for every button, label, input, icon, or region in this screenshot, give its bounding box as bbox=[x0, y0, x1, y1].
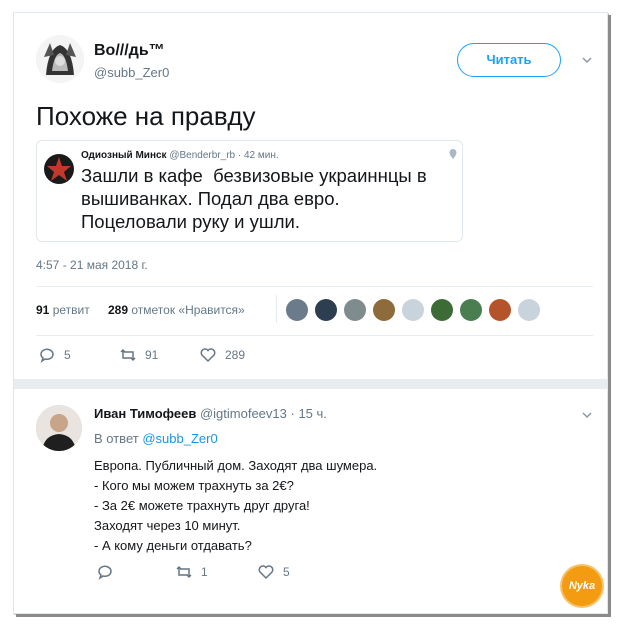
tweet-card: Bo///дь™ @subb_Zer0 Читать Похоже на пра… bbox=[13, 12, 608, 614]
retweet-action[interactable]: 91 bbox=[119, 346, 158, 364]
like-stats[interactable]: 289 отметок «Нравится» bbox=[108, 303, 245, 317]
quoted-tweet[interactable]: Одиозный Минск @Benderbr_rb · 42 мин. За… bbox=[36, 140, 463, 242]
reply-text-line: - За 2€ можете трахнуть друг друга! bbox=[94, 498, 310, 513]
liker-avatar[interactable] bbox=[431, 299, 453, 321]
reply-reply-action[interactable] bbox=[96, 563, 122, 581]
reply-author-handle[interactable]: @igtimofeev13 bbox=[200, 406, 287, 421]
reply-retweet-action[interactable]: 1 bbox=[175, 563, 208, 581]
like-label: отметок «Нравится» bbox=[131, 303, 245, 317]
reply-count: 5 bbox=[64, 348, 71, 362]
like-action[interactable]: 289 bbox=[199, 346, 245, 364]
heart-icon bbox=[258, 565, 274, 580]
watermark-text: Nyka bbox=[568, 580, 596, 592]
author-handle[interactable]: @subb_Zer0 bbox=[94, 65, 169, 80]
reply-text-line: Европа. Публичный дом. Заходят два шумер… bbox=[94, 458, 378, 473]
author-avatar[interactable] bbox=[36, 35, 84, 83]
liker-avatar[interactable] bbox=[402, 299, 424, 321]
retweet-count-action: 91 bbox=[145, 348, 159, 362]
divider bbox=[36, 286, 593, 287]
reply-action[interactable]: 5 bbox=[38, 346, 71, 364]
retweet-icon bbox=[120, 348, 136, 362]
author-name[interactable]: Bo///дь™ bbox=[94, 42, 165, 60]
quoted-text-line: Зашли в кафе безвизовые украиннцы в bbox=[81, 165, 427, 186]
quoted-author-name[interactable]: Одиозный Минск bbox=[81, 150, 167, 161]
chevron-down-icon[interactable] bbox=[582, 55, 592, 65]
person-photo-icon bbox=[36, 405, 82, 451]
reply-author-avatar[interactable] bbox=[36, 405, 82, 451]
reply-icon bbox=[40, 348, 54, 363]
reply-time[interactable]: · 15 ч. bbox=[291, 406, 327, 421]
follow-button[interactable]: Читать bbox=[457, 43, 561, 77]
in-reply-to-link[interactable]: @subb_Zer0 bbox=[142, 431, 217, 446]
quoted-header: Одиозный Минск @Benderbr_rb · 42 мин. bbox=[81, 150, 279, 161]
quoted-text: Зашли в кафе безвизовые украиннцы в выши… bbox=[81, 164, 427, 233]
location-pin-icon bbox=[449, 149, 457, 159]
in-reply-to: В ответ @subb_Zer0 bbox=[94, 431, 218, 446]
quoted-avatar-star-icon bbox=[44, 154, 74, 184]
watermark-logo: Nyka bbox=[562, 566, 602, 606]
avatar-image-icon bbox=[36, 35, 84, 83]
in-reply-prefix: В ответ bbox=[94, 431, 139, 446]
divider bbox=[36, 335, 593, 336]
like-count-action: 289 bbox=[225, 348, 246, 362]
quoted-time: · 42 мин. bbox=[237, 150, 279, 161]
liker-avatar[interactable] bbox=[518, 299, 540, 321]
reply-header: Иван Тимофеев @igtimofeev13 · 15 ч. bbox=[94, 406, 327, 421]
reply-icon bbox=[98, 565, 112, 580]
reply-retweet-count: 1 bbox=[201, 565, 208, 579]
heart-icon bbox=[200, 348, 216, 363]
liker-avatar[interactable] bbox=[286, 299, 308, 321]
reply-text-line: - Кого мы можем трахнуть за 2€? bbox=[94, 478, 294, 493]
stats-separator bbox=[276, 295, 277, 323]
quoted-text-line: Поцеловали руку и ушли. bbox=[81, 211, 300, 232]
quoted-text-line: вышиванках. Подал два евро. bbox=[81, 188, 340, 209]
liker-avatar[interactable] bbox=[344, 299, 366, 321]
reply-text: Европа. Публичный дом. Заходят два шумер… bbox=[94, 456, 377, 556]
chevron-down-icon[interactable] bbox=[582, 410, 592, 420]
tweet-text: Похоже на правду bbox=[36, 101, 256, 131]
retweet-label: ретвит bbox=[52, 303, 90, 317]
reply-like-count: 5 bbox=[283, 565, 290, 579]
reply-like-action[interactable]: 5 bbox=[257, 563, 290, 581]
liker-avatar[interactable] bbox=[489, 299, 511, 321]
retweet-icon bbox=[176, 565, 192, 579]
liker-avatar[interactable] bbox=[373, 299, 395, 321]
liker-avatar[interactable] bbox=[315, 299, 337, 321]
like-count: 289 bbox=[108, 303, 129, 317]
reply-author-name[interactable]: Иван Тимофеев bbox=[94, 406, 196, 421]
liker-avatar[interactable] bbox=[460, 299, 482, 321]
reply-text-line: Заходят через 10 минут. bbox=[94, 518, 241, 533]
retweet-stats[interactable]: 91 ретвит bbox=[36, 303, 90, 317]
section-separator bbox=[14, 379, 607, 389]
reply-text-line: - А кому деньги отдавать? bbox=[94, 538, 252, 553]
retweet-count: 91 bbox=[36, 303, 50, 317]
tweet-timestamp[interactable]: 4:57 - 21 мая 2018 г. bbox=[36, 258, 148, 272]
quoted-author-handle[interactable]: @Benderbr_rb bbox=[169, 150, 235, 161]
